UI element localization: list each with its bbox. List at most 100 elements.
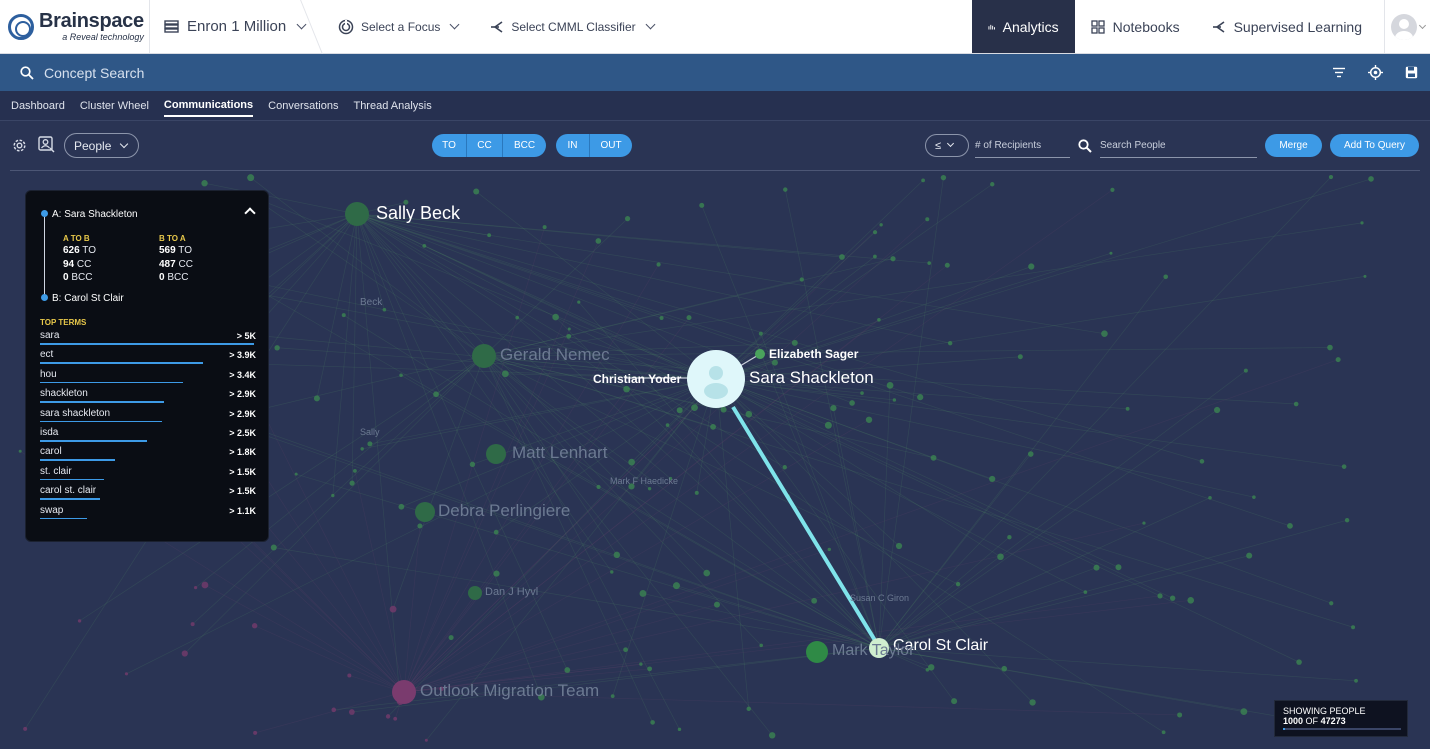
nav-analytics[interactable]: Analytics — [971, 0, 1075, 53]
graph-node[interactable] — [895, 542, 903, 550]
node-sally-beck[interactable] — [345, 202, 369, 226]
graph-node[interactable] — [811, 597, 818, 604]
graph-node[interactable] — [1115, 564, 1122, 571]
concept-search-input[interactable]: Concept Search — [44, 65, 144, 81]
crosshair-icon[interactable] — [1368, 65, 1383, 80]
graph-node[interactable] — [613, 551, 621, 559]
graph-node[interactable] — [1329, 601, 1334, 606]
graph-node[interactable] — [1240, 708, 1248, 716]
filter-to-button[interactable]: TO — [432, 134, 467, 157]
graph-node[interactable] — [759, 643, 764, 648]
classifier-selector[interactable]: Select CMML Classifier — [458, 0, 656, 53]
graph-node[interactable] — [694, 490, 699, 495]
graph-node[interactable] — [294, 472, 298, 476]
graph-node[interactable] — [1142, 521, 1146, 525]
tab-cluster-wheel[interactable]: Cluster Wheel — [80, 96, 149, 116]
graph-node[interactable] — [944, 262, 950, 268]
graph-node[interactable] — [347, 673, 352, 678]
graph-node[interactable] — [1252, 495, 1256, 499]
graph-node[interactable] — [124, 672, 129, 676]
graph-node[interactable] — [639, 590, 647, 597]
label-outlook-migration[interactable]: Outlook Migration Team — [420, 681, 599, 701]
graph-node[interactable] — [746, 706, 751, 712]
graph-node[interactable] — [659, 315, 664, 320]
graph-node[interactable] — [1341, 464, 1347, 469]
graph-node[interactable] — [348, 709, 355, 715]
graph-node[interactable] — [595, 238, 602, 244]
graph-node[interactable] — [360, 447, 364, 451]
graph-node[interactable] — [672, 582, 680, 590]
graph-node[interactable] — [577, 300, 581, 304]
graph-node[interactable] — [877, 318, 881, 322]
top-term-row[interactable]: swap > 1.1K — [40, 505, 256, 524]
graph-node[interactable] — [247, 174, 255, 182]
graph-node[interactable] — [469, 461, 476, 468]
graph-node[interactable] — [703, 569, 711, 577]
label-beck[interactable]: Beck — [360, 297, 382, 308]
graph-node[interactable] — [691, 404, 698, 412]
graph-node[interactable] — [989, 475, 996, 483]
label-susan-giron[interactable]: Susan C Giron — [850, 593, 909, 603]
nav-supervised-learning[interactable]: Supervised Learning — [1196, 0, 1384, 53]
graph-node[interactable] — [1109, 251, 1113, 255]
tab-communications[interactable]: Communications — [163, 95, 254, 117]
user-menu[interactable] — [1384, 0, 1430, 53]
node-gerald-nemec[interactable] — [472, 344, 496, 368]
graph-node[interactable] — [1110, 187, 1115, 192]
graph-node[interactable] — [782, 465, 787, 470]
graph-node[interactable] — [769, 732, 776, 739]
graph-node[interactable] — [647, 486, 652, 491]
label-mark-haedicke[interactable]: Mark F Haedicke — [610, 476, 678, 486]
node-mark-taylor[interactable] — [806, 641, 828, 663]
graph-node[interactable] — [77, 619, 82, 623]
graph-node[interactable] — [623, 385, 630, 393]
graph-node[interactable] — [947, 340, 953, 346]
recipient-comparator-select[interactable]: ≤ — [925, 134, 969, 157]
graph-node[interactable] — [791, 339, 798, 346]
filter-in-button[interactable]: IN — [556, 134, 590, 157]
graph-node[interactable] — [270, 544, 277, 551]
graph-node[interactable] — [1007, 534, 1012, 540]
graph-node[interactable] — [892, 398, 897, 402]
tab-conversations[interactable]: Conversations — [268, 96, 338, 116]
top-term-row[interactable]: carol st. clair > 1.5K — [40, 485, 256, 504]
graph-node[interactable] — [997, 553, 1004, 561]
top-term-row[interactable]: carol > 1.8K — [40, 446, 256, 465]
graph-node[interactable] — [367, 441, 373, 447]
save-icon[interactable] — [1405, 66, 1418, 79]
graph-node[interactable] — [382, 307, 387, 312]
top-term-row[interactable]: sara > 5K — [40, 330, 256, 349]
label-debra-perlingiere[interactable]: Debra Perlingiere — [438, 501, 570, 521]
graph-node[interactable] — [1027, 451, 1034, 457]
graph-node[interactable] — [799, 277, 804, 282]
graph-node[interactable] — [665, 423, 670, 427]
graph-node[interactable] — [1335, 357, 1341, 363]
graph-node[interactable] — [253, 730, 258, 735]
graph-node[interactable] — [656, 262, 661, 267]
label-sally-beck[interactable]: Sally Beck — [376, 203, 460, 224]
nav-notebooks[interactable]: Notebooks — [1075, 0, 1196, 53]
graph-node[interactable] — [624, 216, 631, 222]
graph-node[interactable] — [925, 217, 930, 222]
add-to-query-button[interactable]: Add To Query — [1330, 134, 1419, 157]
graph-node[interactable] — [1163, 274, 1169, 280]
graph-node[interactable] — [422, 243, 427, 248]
graph-node[interactable] — [879, 223, 883, 227]
top-term-row[interactable]: ect > 3.9K — [40, 349, 256, 368]
recipients-count-input[interactable] — [975, 134, 1070, 158]
graph-node[interactable] — [990, 182, 995, 187]
graph-node[interactable] — [676, 407, 683, 414]
graph-node[interactable] — [399, 373, 403, 378]
graph-node[interactable] — [385, 714, 391, 719]
graph-node[interactable] — [1287, 522, 1293, 529]
label-elizabeth-sager[interactable]: Elizabeth Sager — [769, 347, 858, 361]
graph-node[interactable] — [201, 581, 209, 589]
graph-node[interactable] — [1363, 274, 1367, 278]
graph-node[interactable] — [1213, 406, 1221, 414]
graph-node[interactable] — [872, 230, 878, 235]
graph-node[interactable] — [393, 716, 398, 721]
node-elizabeth-sager[interactable] — [755, 349, 765, 359]
graph-node[interactable] — [1296, 659, 1302, 665]
graph-node[interactable] — [313, 395, 320, 402]
merge-button[interactable]: Merge — [1265, 134, 1322, 157]
